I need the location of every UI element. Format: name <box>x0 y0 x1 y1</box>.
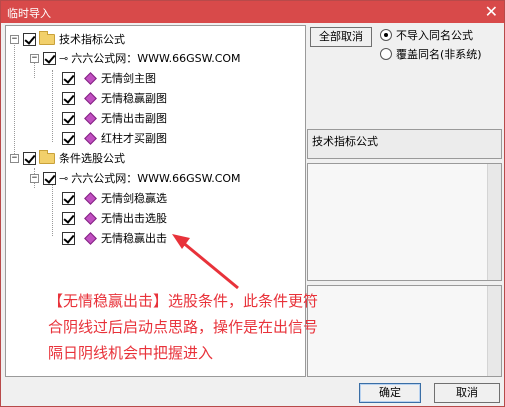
annotation-text: 【无情稳赢出击】选股条件，此条件更符 合阴线过后启动点思路，操作是在出信号 隔日… <box>48 288 408 366</box>
annotation-line: 合阴线过后启动点思路，操作是在出信号 <box>48 318 319 336</box>
annotation-line: 【无情稳赢出击】选股条件，此条件更符 <box>48 292 319 310</box>
annotation-line: 隔日阴线机会中把握进入 <box>48 344 214 362</box>
